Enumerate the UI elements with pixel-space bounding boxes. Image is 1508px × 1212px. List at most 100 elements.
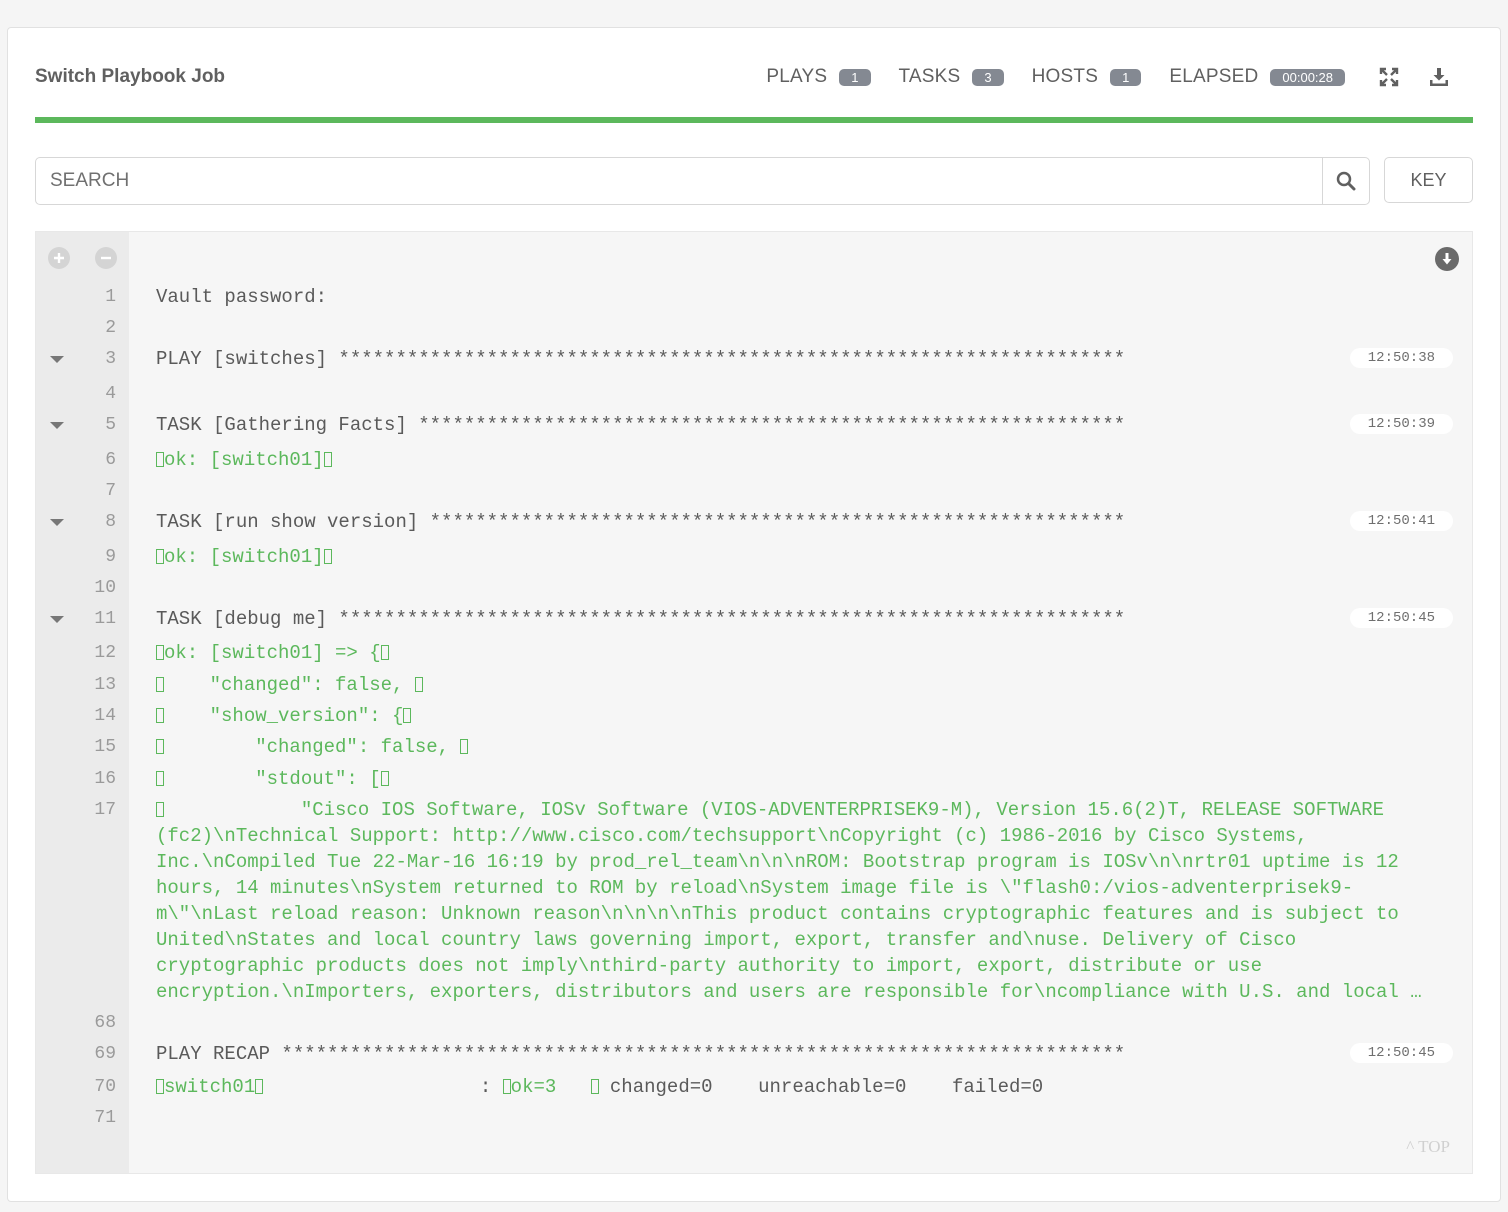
- line-text: "changed": false,: [156, 734, 1422, 760]
- control-char-glyph: [156, 771, 164, 786]
- line-content: PLAY [switches] ************************…: [156, 348, 1126, 370]
- output-line: 8 TASK [run show version] ***************…: [36, 509, 1472, 535]
- key-button[interactable]: KEY: [1384, 157, 1473, 203]
- line-number: 4: [105, 384, 116, 404]
- output-line: 9 ok: [switch01]: [36, 544, 1472, 570]
- timestamp-badge: 12:50:38: [1349, 348, 1453, 368]
- line-content: "stdout": [: [164, 768, 381, 790]
- collapse-caret-icon[interactable]: [50, 356, 64, 363]
- line-content: "Cisco IOS Software, IOSv Software (VIOS…: [156, 799, 1422, 1003]
- search-button[interactable]: [1322, 158, 1369, 204]
- stat-hosts-label: HOSTS: [1031, 66, 1099, 87]
- fullscreen-button[interactable]: [1377, 65, 1401, 89]
- stat-plays-label: PLAYS: [766, 66, 828, 87]
- output-line: 68: [36, 1010, 1472, 1036]
- line-number: 15: [94, 737, 116, 757]
- output-line: 17 "Cisco IOS Software, IOSv Software (V…: [36, 797, 1472, 1003]
- line-text: TASK [run show version] ****************…: [156, 509, 1422, 535]
- search-box: [35, 157, 1370, 205]
- line-number: 16: [94, 769, 116, 789]
- download-icon: [1430, 68, 1448, 86]
- line-text: "changed": false,: [156, 672, 1422, 698]
- job-output-card: Switch Playbook Job PLAYS 1 TASKS 3 HOST…: [7, 27, 1501, 1202]
- download-button[interactable]: [1427, 65, 1451, 89]
- control-char-glyph: [156, 645, 164, 660]
- search-icon: [1336, 171, 1356, 191]
- control-char-glyph: [590, 1079, 599, 1094]
- back-to-top-link[interactable]: ^ TOP: [1406, 1137, 1450, 1157]
- job-progress-bar: [35, 117, 1473, 123]
- line-text: "stdout": [: [156, 766, 1422, 792]
- output-line: 6 ok: [switch01]: [36, 447, 1472, 473]
- output-line: 16 "stdout": [: [36, 766, 1472, 792]
- control-char-glyph: [403, 708, 412, 723]
- expand-icon: [1379, 67, 1399, 87]
- output-line: 13 "changed": false,: [36, 672, 1472, 698]
- control-char-glyph: [323, 549, 332, 564]
- control-char-glyph: [156, 549, 164, 564]
- output-line: 71: [36, 1105, 1472, 1131]
- line-text: ok: [switch01]: [156, 544, 1422, 570]
- output-line: 12 ok: [switch01] => {: [36, 640, 1472, 666]
- line-text: Vault password:: [156, 284, 1422, 310]
- stat-tasks-badge: 3: [972, 68, 1004, 86]
- control-char-glyph: [156, 677, 164, 692]
- collapse-all-button[interactable]: [95, 247, 117, 269]
- control-char-glyph: [380, 771, 389, 786]
- output-line: 69 PLAY RECAP ***************************…: [36, 1041, 1472, 1067]
- line-number: 68: [94, 1013, 116, 1033]
- line-content: Vault password:: [156, 286, 328, 308]
- stat-hosts: HOSTS 1: [1032, 66, 1142, 88]
- line-text: "Cisco IOS Software, IOSv Software (VIOS…: [156, 797, 1422, 1005]
- line-number: 9: [105, 547, 116, 567]
- output-line: 15 "changed": false,: [36, 734, 1472, 760]
- collapse-caret-icon[interactable]: [50, 519, 64, 526]
- line-text: PLAY [switches] ************************…: [156, 346, 1422, 372]
- control-char-glyph: [414, 677, 423, 692]
- control-char-glyph: [460, 739, 469, 754]
- line-content: "changed": false,: [164, 736, 461, 758]
- output-line: 11 TASK [debug me] **********************…: [36, 606, 1472, 632]
- recap-separator: :: [263, 1076, 503, 1098]
- job-title: Switch Playbook Job: [35, 66, 226, 87]
- recap-host: switch01: [164, 1076, 256, 1098]
- output-line: 1 Vault password:: [36, 284, 1472, 310]
- collapse-caret-icon[interactable]: [50, 616, 64, 623]
- line-content: ok: [switch01]: [164, 449, 324, 471]
- stat-hosts-badge: 1: [1110, 68, 1142, 86]
- timestamp-badge: 12:50:45: [1349, 1043, 1453, 1063]
- collapse-caret-icon[interactable]: [50, 422, 64, 429]
- line-number: 6: [105, 450, 116, 470]
- expand-controls: [48, 247, 142, 269]
- line-number: 69: [94, 1044, 116, 1064]
- stat-elapsed-label: ELAPSED: [1169, 66, 1259, 87]
- line-text: ok: [switch01] => {: [156, 640, 1422, 666]
- output-line: 4: [36, 381, 1472, 407]
- scroll-to-bottom-button[interactable]: [1435, 247, 1459, 271]
- stat-plays-badge: 1: [839, 68, 871, 86]
- recap-rest: changed=0 unreachable=0 failed=0: [598, 1076, 1044, 1098]
- line-text: PLAY RECAP *****************************…: [156, 1041, 1422, 1067]
- job-stats: PLAYS 1 TASKS 3 HOSTS 1 ELAPSED 00:00:28: [766, 62, 1473, 92]
- output-line: 7: [36, 478, 1472, 504]
- control-char-glyph: [156, 708, 164, 723]
- line-number: 3: [105, 349, 116, 369]
- line-number: 13: [94, 675, 116, 695]
- recap-ok: ok=3: [510, 1076, 557, 1098]
- job-output-panel: 1 Vault password: 2 3 PLAY [switches] ******…: [35, 231, 1473, 1174]
- line-text: switch01 : ok=3 changed=0 unreachable=0 …: [156, 1074, 1422, 1100]
- stat-tasks: TASKS 3: [899, 66, 1004, 88]
- line-number: 12: [94, 643, 116, 663]
- line-content: ok: [switch01]: [164, 546, 324, 568]
- line-text: TASK [Gathering Facts] *****************…: [156, 412, 1422, 438]
- search-input[interactable]: [36, 158, 1322, 204]
- line-number: 71: [94, 1108, 116, 1128]
- minus-icon: [101, 256, 111, 260]
- output-line: 3 PLAY [switches] ***********************…: [36, 346, 1472, 372]
- line-number: 2: [105, 318, 116, 338]
- output-line: 70 switch01 : ok=3 changed=0 unreachable=…: [36, 1074, 1472, 1100]
- line-content: TASK [run show version] ****************…: [156, 511, 1126, 533]
- stat-tasks-label: TASKS: [898, 66, 961, 87]
- line-text: ok: [switch01]: [156, 447, 1422, 473]
- expand-all-button[interactable]: [48, 247, 70, 269]
